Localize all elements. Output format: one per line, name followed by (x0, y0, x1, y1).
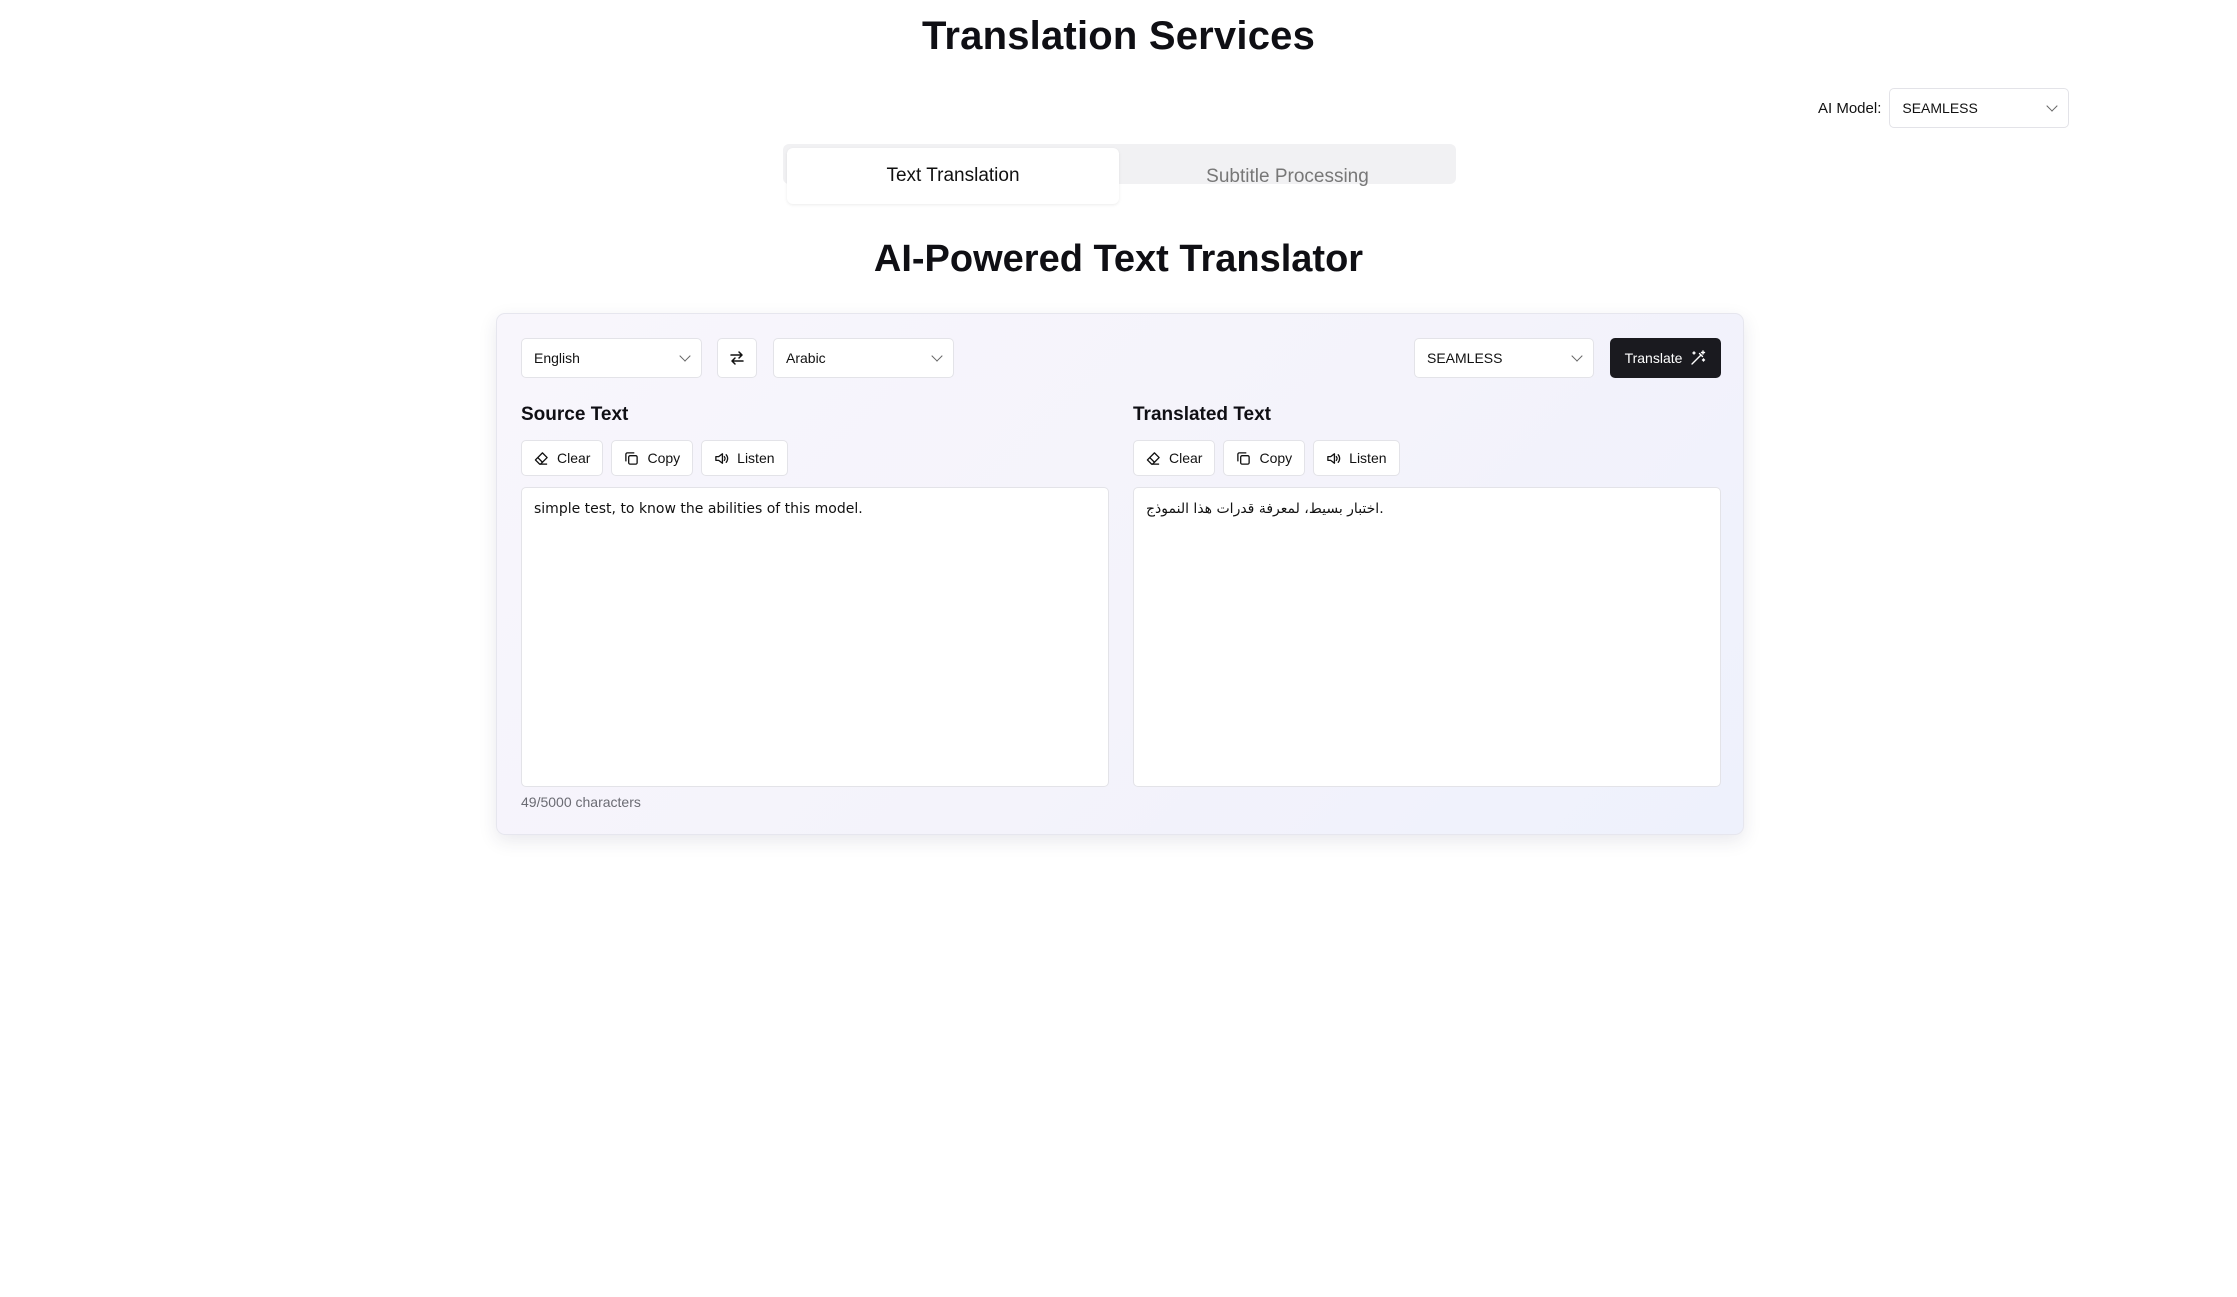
ai-model-value: SEAMLESS (1902, 100, 1978, 116)
source-listen-label: Listen (737, 450, 775, 466)
target-listen-button[interactable]: Listen (1313, 440, 1400, 476)
tab-list: Text Translation Subtitle Processing (783, 144, 1456, 204)
translated-text-output[interactable]: اختبار بسيط، لمعرفة قدرات هذا النموذج. (1133, 487, 1721, 787)
source-clear-button[interactable]: Clear (521, 440, 604, 476)
ai-model-label: AI Model: (1818, 99, 1882, 117)
target-language-value: Arabic (786, 350, 826, 366)
ai-model-picker: AI Model: SEAMLESS (1818, 88, 2070, 128)
source-listen-button[interactable]: Listen (701, 440, 788, 476)
target-actions: Clear Copy Listen (1133, 440, 1721, 476)
translate-label: Translate (1624, 350, 1683, 366)
translator-card: English Arabic SEAMLESS Translate Source… (496, 313, 1744, 835)
speaker-icon (714, 451, 729, 466)
page-title: Translation Services (921, 14, 1316, 58)
target-language-select[interactable]: Arabic (773, 338, 954, 378)
chevron-down-icon (931, 349, 943, 362)
source-copy-label: Copy (647, 450, 681, 466)
source-copy-button[interactable]: Copy (611, 440, 694, 476)
target-clear-button[interactable]: Clear (1133, 440, 1216, 476)
target-copy-label: Copy (1259, 450, 1293, 466)
swap-languages-button[interactable] (717, 338, 757, 378)
source-pane: Source Text Clear Copy Listen simple tes… (521, 404, 1109, 792)
target-copy-button[interactable]: Copy (1223, 440, 1306, 476)
target-listen-label: Listen (1349, 450, 1387, 466)
character-counter: 49/5000 characters (521, 794, 641, 810)
translate-button[interactable]: Translate (1610, 338, 1721, 378)
tab-subtitle-processing[interactable]: Subtitle Processing (1119, 152, 1456, 202)
ai-model-select[interactable]: SEAMLESS (1889, 88, 2070, 128)
chevron-down-icon (2046, 99, 2059, 112)
target-clear-label: Clear (1169, 450, 1203, 466)
target-title: Translated Text (1133, 404, 1271, 425)
chevron-down-icon (1571, 349, 1583, 362)
source-text-input[interactable]: simple test, to know the abilities of th… (521, 487, 1109, 787)
source-title: Source Text (521, 404, 629, 425)
copy-icon (624, 451, 639, 466)
eraser-icon (534, 451, 549, 466)
source-language-select[interactable]: English (521, 338, 702, 378)
source-actions: Clear Copy Listen (521, 440, 1109, 476)
chevron-down-icon (679, 349, 691, 362)
speaker-icon (1326, 451, 1341, 466)
target-pane: Translated Text Clear Copy Listen اختبار… (1133, 404, 1721, 792)
source-language-value: English (534, 350, 580, 366)
swap-arrows-icon (729, 350, 745, 366)
translator-model-value: SEAMLESS (1427, 350, 1503, 366)
source-clear-label: Clear (557, 450, 591, 466)
magic-wand-icon (1690, 350, 1706, 366)
tab-text-translation[interactable]: Text Translation (787, 148, 1119, 204)
section-title: AI-Powered Text Translator (873, 238, 1364, 280)
copy-icon (1236, 451, 1251, 466)
translator-model-select[interactable]: SEAMLESS (1414, 338, 1594, 378)
eraser-icon (1146, 451, 1161, 466)
